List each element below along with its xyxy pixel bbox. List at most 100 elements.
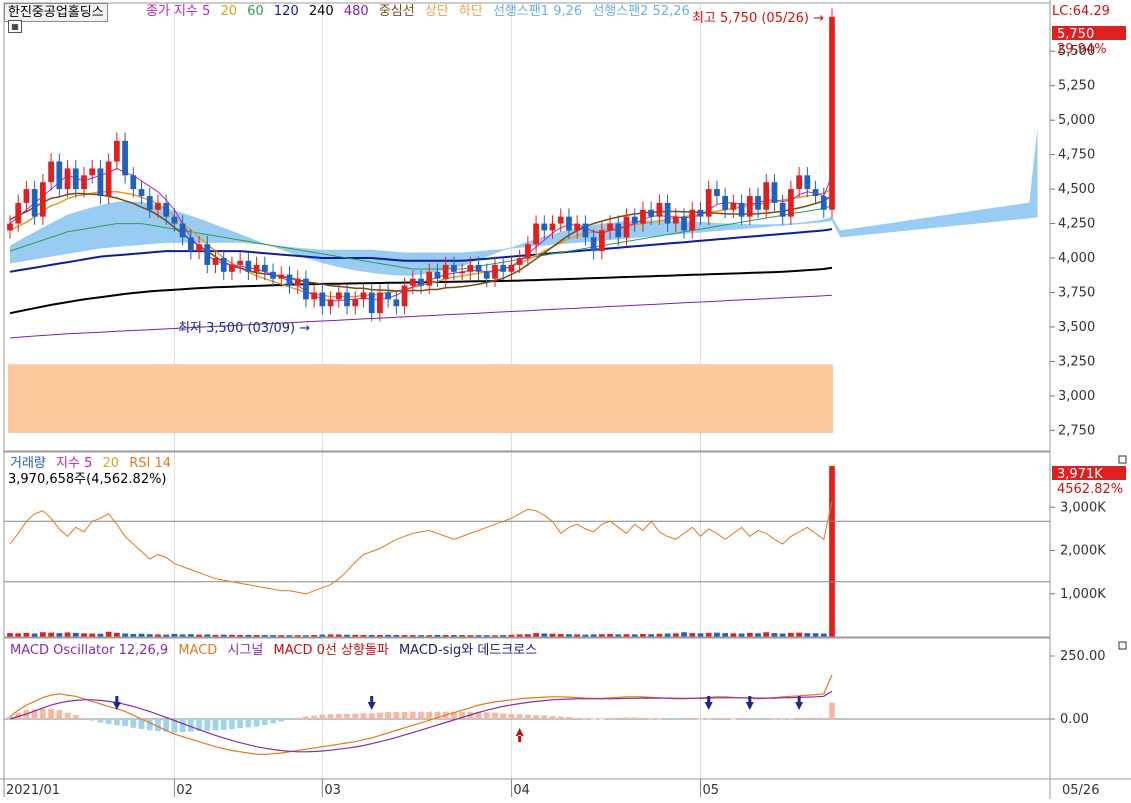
table-icon[interactable]: ▦ bbox=[8, 20, 22, 33]
macd-oscillator-bar bbox=[672, 719, 679, 720]
macd-oscillator-bar bbox=[705, 718, 712, 720]
macd-oscillator-bar bbox=[130, 719, 137, 728]
legend-dead-cross[interactable]: MACD-sig와 데드크로스 bbox=[399, 643, 537, 658]
candle-body bbox=[623, 216, 630, 238]
legend-ma240[interactable]: 240 bbox=[309, 4, 334, 19]
macd-oscillator-bar bbox=[590, 718, 597, 720]
legend-ma60[interactable]: 60 bbox=[247, 4, 264, 19]
legend-ma20[interactable]: 20 bbox=[221, 4, 238, 19]
volume-bars bbox=[7, 466, 835, 637]
macd-oscillator-bar bbox=[179, 719, 186, 733]
candle-body bbox=[146, 195, 153, 210]
candle-body bbox=[549, 223, 556, 231]
macd-oscillator-bar bbox=[615, 717, 622, 719]
chart-window: 최고 5,750 (05/26) → 최저 3,500 (03/09) → 5,5… bbox=[0, 0, 1131, 799]
macd-oscillator-bar bbox=[582, 718, 589, 720]
candle-body bbox=[672, 216, 679, 224]
candle-body bbox=[171, 216, 178, 224]
macd-oscillator-bar bbox=[804, 717, 811, 719]
dead-cross-arrow bbox=[795, 696, 804, 710]
candle-body bbox=[23, 189, 30, 203]
candle-body bbox=[81, 175, 87, 190]
legend-ma480[interactable]: 480 bbox=[344, 4, 369, 19]
candle-body bbox=[204, 244, 211, 265]
legend-signal[interactable]: 시그널 bbox=[227, 643, 263, 658]
macd-oscillator-bar bbox=[261, 719, 268, 726]
legend-close-ma5[interactable]: 종가 지수 5 bbox=[146, 4, 210, 19]
legend-span2[interactable]: 선행스팬2 52,26 bbox=[592, 4, 689, 19]
macd-oscillator-bar bbox=[401, 711, 408, 719]
candle-body bbox=[648, 209, 655, 217]
volume-bar bbox=[771, 633, 778, 637]
candle-body bbox=[442, 264, 449, 279]
macd-oscillator-bar bbox=[730, 718, 737, 720]
macd-oscillator-bar bbox=[146, 719, 153, 731]
macd-oscillator-bar bbox=[368, 713, 375, 719]
candle-body bbox=[714, 189, 720, 196]
legend-vol-ma5[interactable]: 지수 5 bbox=[56, 456, 92, 471]
candle-body bbox=[155, 202, 161, 210]
lc-label: LC:64.29 bbox=[1052, 4, 1110, 19]
volume-bar bbox=[746, 632, 753, 637]
legend-center[interactable]: 중심선 bbox=[379, 4, 415, 19]
legend-rsi[interactable]: RSI 14 bbox=[129, 456, 171, 471]
legend-vol-ma20[interactable]: 20 bbox=[103, 456, 120, 471]
volume-bar bbox=[722, 633, 729, 637]
legend-span1[interactable]: 선행스팬1 9,26 bbox=[493, 4, 582, 19]
candle-body bbox=[97, 168, 104, 196]
candlesticks: 최고 5,750 (05/26) → 최저 3,500 (03/09) → bbox=[7, 8, 835, 336]
candle-body bbox=[557, 216, 564, 224]
candle-body bbox=[163, 202, 170, 217]
macd-oscillator-bar bbox=[829, 702, 835, 719]
volume-bar bbox=[804, 633, 811, 637]
volume-tick-label: 1,000K bbox=[1060, 587, 1106, 602]
macd-oscillator-bar bbox=[648, 718, 655, 720]
candle-body bbox=[467, 264, 474, 272]
legend-lower[interactable]: 하단 bbox=[459, 4, 483, 19]
legend-macd[interactable]: MACD bbox=[178, 643, 217, 658]
candle-body bbox=[7, 223, 13, 231]
macd-oscillator-bar bbox=[566, 716, 572, 719]
candle-body bbox=[64, 168, 71, 190]
macd-oscillator-bar bbox=[253, 719, 260, 727]
last-date-label: 05/26 bbox=[1062, 783, 1099, 798]
macd-oscillator-bar bbox=[631, 717, 638, 719]
macd-oscillator-bar bbox=[229, 719, 235, 730]
legend-zero-cross[interactable]: MACD 0선 상향돌파 bbox=[273, 643, 388, 658]
macd-oscillator-bar bbox=[533, 715, 539, 719]
macd-oscillator-bar bbox=[81, 717, 87, 719]
legend-upper[interactable]: 상단 bbox=[425, 4, 449, 19]
candle-body bbox=[492, 264, 498, 279]
macd-oscillator-bar bbox=[237, 719, 244, 729]
candle-body bbox=[56, 161, 63, 190]
macd-oscillator-bar bbox=[113, 719, 120, 726]
volume-bar bbox=[56, 633, 63, 637]
volume-bar bbox=[7, 633, 13, 637]
highlight-band bbox=[8, 364, 833, 434]
volume-bar bbox=[714, 632, 720, 637]
macd-oscillator-bar bbox=[714, 717, 720, 719]
price-legend: 종가 지수 5 20 60 120 240 480 중심선 상단 하단 선행스팬… bbox=[146, 3, 696, 20]
candle-body bbox=[779, 202, 786, 217]
price-tick-label: 3,500 bbox=[1058, 320, 1095, 335]
legend-volume[interactable]: 거래량 bbox=[10, 456, 46, 471]
legend-ma120[interactable]: 120 bbox=[274, 4, 299, 19]
volume-tick-label: 3,000K bbox=[1060, 500, 1106, 515]
candle-body bbox=[72, 168, 79, 190]
volume-bar bbox=[664, 633, 671, 637]
price-tick-label: 2,750 bbox=[1058, 423, 1095, 438]
candle-body bbox=[788, 189, 794, 217]
last-volume-label: 3,971K bbox=[1057, 467, 1103, 482]
candle-body bbox=[303, 278, 309, 300]
candle-body bbox=[434, 271, 441, 279]
x-tick-label: 2021/01 bbox=[6, 783, 60, 798]
legend-macd-osc[interactable]: MACD Oscillator 12,26,9 bbox=[10, 643, 168, 658]
volume-readout: 3,970,658주(4,562.82%) bbox=[8, 472, 167, 487]
candle-body bbox=[368, 292, 375, 314]
candle-body bbox=[130, 175, 137, 190]
macd-oscillator-bar bbox=[656, 718, 663, 720]
candle-body bbox=[656, 202, 663, 217]
macd-oscillator-bar bbox=[607, 717, 613, 719]
macd-oscillator-bar bbox=[541, 715, 548, 719]
candle-body bbox=[352, 299, 359, 307]
